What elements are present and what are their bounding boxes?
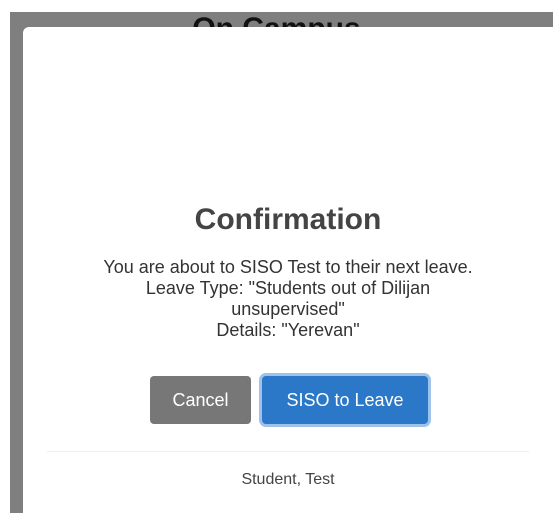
message-line: You are about to SISO Test to their next…: [103, 257, 473, 277]
siso-to-leave-button[interactable]: SISO to Leave: [262, 376, 428, 424]
dialog-title: Confirmation: [194, 203, 382, 236]
message-line: Leave Type: "Students out of Dilijan: [145, 278, 431, 298]
message-line: unsupervised": [231, 299, 345, 319]
dialog-message: You are about to SISO Test to their next…: [23, 257, 553, 341]
message-line: Details: "Yerevan": [216, 320, 360, 340]
cancel-button[interactable]: Cancel: [150, 376, 251, 424]
dialog-footer-student-name: Student, Test: [241, 471, 335, 488]
footer-divider: [47, 451, 529, 452]
